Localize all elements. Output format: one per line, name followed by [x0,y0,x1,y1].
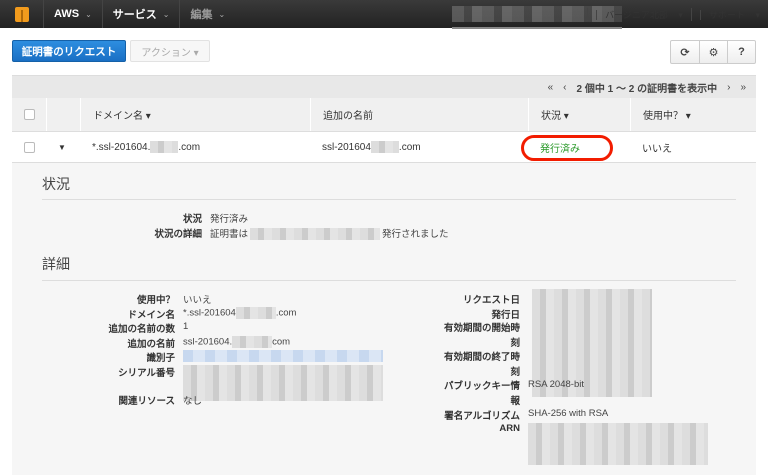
in-use-value: いいえ [183,295,212,306]
details-heading: 詳細 [42,256,70,272]
support-label: サポート [699,9,753,20]
status-heading: 状況 [42,176,70,192]
arn-redacted [528,423,708,465]
related-resources-value: なし [183,396,203,407]
redacted [183,365,383,401]
domain-value-suffix: .com [275,307,297,319]
status-detail-suffix: 発行されました [382,229,449,240]
region-label: バージニア北部 [596,9,676,20]
additional-count-value: 1 [183,321,189,332]
redacted [150,141,179,153]
in-use-cell: いいえ [642,143,672,155]
public-key-value: RSA 2048-bit [528,379,584,390]
public-key-label: パブリックキー情報 [443,381,520,407]
request-certificate-button[interactable]: 証明書のリクエスト [12,40,126,62]
column-domain[interactable]: ドメイン名 ▾ [80,98,310,131]
redacted [235,307,276,319]
table-header: ドメイン名 ▾ 追加の名前 状況 ▾ 使用中？ ▾ [12,98,756,132]
certificate-detail-panel: 状況 状況 発行済み 状況の詳細 証明書は 発行されました 詳細 使用中？ いいえ ドメ… [12,163,756,475]
aws-logo[interactable] [0,0,44,28]
support-menu[interactable]: サポート ▾ [690,7,768,21]
actions-button[interactable]: アクション ▾ [130,40,210,62]
region-menu[interactable]: バージニア北部 ▾ [587,7,691,21]
next-page-button[interactable]: › [727,82,730,93]
help-icon[interactable]: ? [727,41,755,63]
additional-name-value: ssl-201604. [183,336,233,348]
chevron-down-icon: ⌄ [218,9,226,19]
arn-label: ARN [499,423,520,434]
column-in-use[interactable]: 使用中？ ▾ [630,98,756,131]
expand-caret-icon[interactable]: ▼ [46,132,66,162]
in-use-label: 使用中？ [136,295,175,306]
additional-prefix: ssl-201604 [322,141,371,153]
prev-page-button[interactable]: ‹ [563,82,566,93]
pagination-bar: « ‹ 2 個中 1 〜 2 の証明書を表示中 › » [12,75,756,98]
additional-name-suffix: com [272,336,291,348]
redacted [250,228,381,241]
domain-suffix: .com [178,141,201,153]
select-all-checkbox[interactable] [24,109,35,120]
services-label: サービス [112,9,157,21]
identifier-label: 識別子 [146,353,175,364]
signature-algorithm-label: 署名アルゴリズム [444,411,520,422]
last-page-button[interactable]: » [740,82,746,93]
domain-prefix: *.ssl-201604. [92,141,151,153]
first-page-button[interactable]: « [548,82,554,93]
edit-label: 編集 [190,9,213,21]
redacted [370,141,399,153]
valid-from-label: 有効期間の開始時刻 [443,323,520,349]
redacted [232,336,273,348]
column-additional-names: 追加の名前 [310,98,528,131]
request-date-label: リクエスト日 [462,295,520,306]
valid-to-label: 有効期間の終了時刻 [443,352,520,378]
services-menu[interactable]: サービス ⌄ [103,0,181,28]
row-checkbox[interactable] [24,141,35,153]
additional-count-label: 追加の名前の数 [108,324,175,335]
domain-label: ドメイン名 [127,310,175,321]
additional-suffix: .com [398,141,421,153]
issued-date-label: 発行日 [491,310,520,321]
identifier-link-redacted[interactable] [183,350,383,362]
related-resources-label: 関連リソース [118,396,175,407]
aws-label: AWS [54,8,80,20]
column-status[interactable]: 状況 ▾ [528,98,630,131]
status-detail-label: 状況の詳細 [154,229,202,240]
chevron-down-icon: ⌄ [85,9,92,19]
status-detail-prefix: 証明書は [210,229,249,240]
edit-menu[interactable]: 編集 ⌄ [180,0,235,28]
gear-icon[interactable]: ⚙ [699,41,727,63]
signature-algorithm-value: SHA-256 with RSA [528,408,609,419]
additional-name-label: 追加の名前 [127,339,175,350]
highlight-annotation [521,135,613,161]
domain-cell: *.ssl-201604. .com [80,132,200,162]
refresh-icon[interactable]: ⟳ [671,41,699,63]
status-value: 発行済み [210,214,249,225]
pagination-text: 2 個中 1 〜 2 の証明書を表示中 [576,83,718,95]
aws-menu[interactable]: AWS ⌄ [44,0,103,28]
additional-names-cell: ssl-201604 .com [310,132,421,162]
domain-value: *.ssl-201604 [183,307,236,319]
table-row[interactable]: ▼ *.ssl-201604. .com ssl-201604 .com 発行済み … [12,132,756,163]
cube-icon [14,6,29,22]
chevron-down-icon: ⌄ [162,9,170,19]
status-label: 状況 [182,214,202,225]
